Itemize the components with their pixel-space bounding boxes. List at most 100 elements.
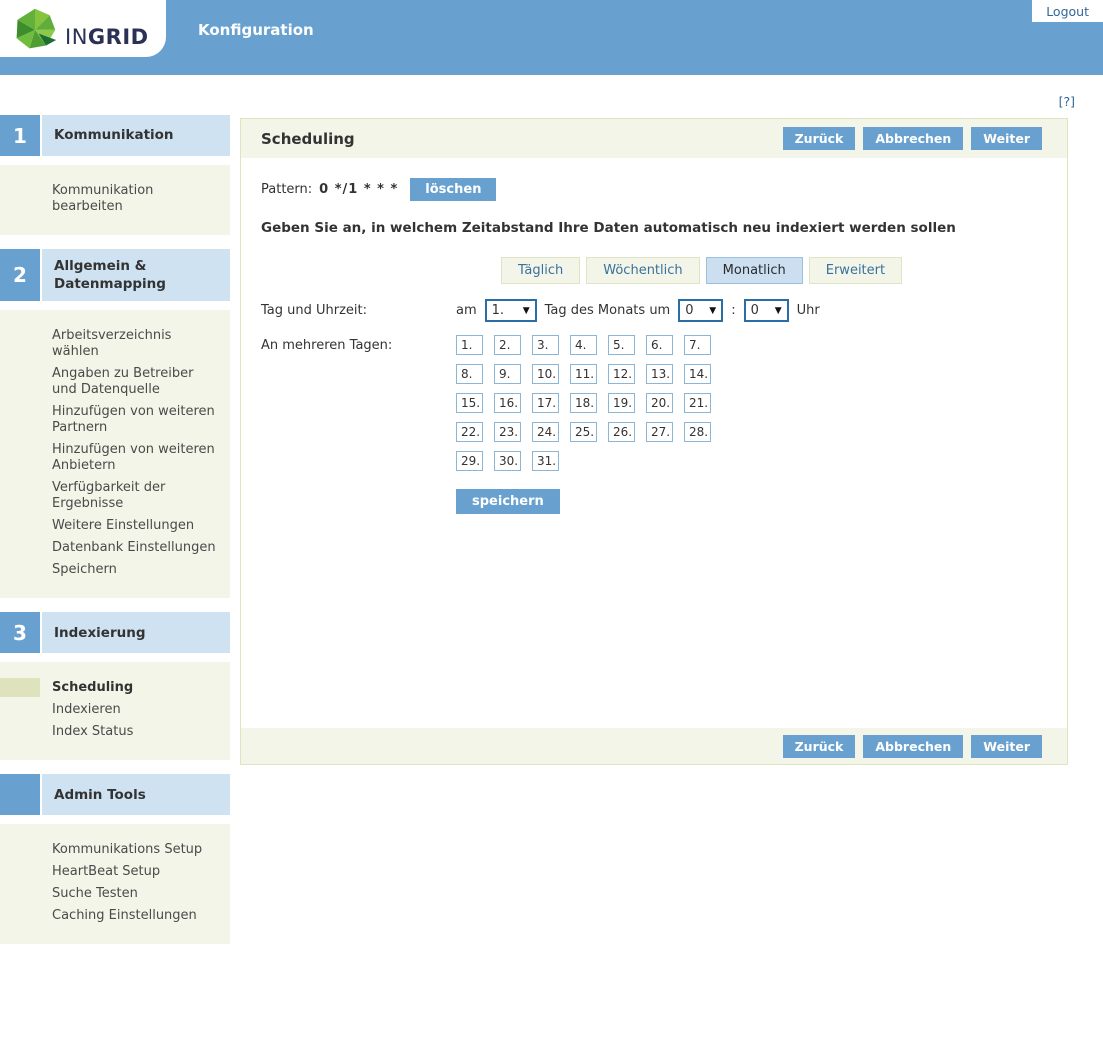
chevron-down-icon: ▼: [709, 306, 716, 316]
sidebar-item-kommunikations-setup[interactable]: Kommunikations Setup: [0, 839, 230, 861]
sidebar-item-verfuegbarkeit-der-ergebnisse[interactable]: Verfügbarkeit der Ergebnisse: [0, 477, 230, 515]
sidebar-item-hinzufuegen-von-weiteren-partnern[interactable]: Hinzufügen von weiteren Partnern: [0, 401, 230, 439]
day-button-1[interactable]: 1.: [456, 335, 483, 355]
sidebar-item-heartbeat-setup[interactable]: HeartBeat Setup: [0, 861, 230, 883]
panel-content: Pattern: 0 */1 * * * löschen Geben Sie a…: [241, 158, 1067, 728]
delete-pattern-button[interactable]: löschen: [410, 178, 496, 201]
day-button-12[interactable]: 12.: [608, 364, 635, 384]
page-title: Konfiguration: [198, 21, 314, 39]
days-grid: 1. 2. 3. 4. 5. 6. 7. 8. 9. 10. 11. 12. 13. 14. 15. 16. 1…: [456, 335, 711, 471]
day-button-9[interactable]: 9.: [494, 364, 521, 384]
sidebar-item-datenbank-einstellungen[interactable]: Datenbank Einstellungen: [0, 537, 230, 559]
day-button-31[interactable]: 31.: [532, 451, 559, 471]
sidebar-item-indexieren[interactable]: Indexieren: [0, 699, 230, 721]
weiter-button[interactable]: Weiter: [971, 127, 1042, 150]
sidebar-section-header-indexierung: 3Indexierung: [0, 612, 230, 653]
brand-in: IN: [65, 25, 88, 49]
day-button-6[interactable]: 6.: [646, 335, 673, 355]
section-number: 2: [0, 249, 40, 301]
minute-select-value: 0: [751, 303, 759, 318]
day-time-label: Tag und Uhrzeit:: [261, 299, 456, 318]
sidebar-item-index-status[interactable]: Index Status: [0, 721, 230, 743]
tab-woechentlich[interactable]: Wöchentlich: [586, 257, 699, 284]
abbrechen-button[interactable]: Abbrechen: [863, 127, 963, 150]
top-header-bar: INGRID Konfiguration Logout: [0, 0, 1103, 75]
am-text: am: [456, 303, 477, 318]
section-items: Kommunikations SetupHeartBeat SetupSuche…: [0, 824, 230, 944]
brand-wordmark: INGRID: [65, 25, 149, 49]
day-button-19[interactable]: 19.: [608, 393, 635, 413]
day-button-29[interactable]: 29.: [456, 451, 483, 471]
day-button-30[interactable]: 30.: [494, 451, 521, 471]
day-button-11[interactable]: 11.: [570, 364, 597, 384]
section-number: 3: [0, 612, 40, 653]
day-button-15[interactable]: 15.: [456, 393, 483, 413]
sidebar-item-weitere-einstellungen[interactable]: Weitere Einstellungen: [0, 515, 230, 537]
day-button-28[interactable]: 28.: [684, 422, 711, 442]
sidebar-item-hinzufuegen-von-weiteren-anbietern[interactable]: Hinzufügen von weiteren Anbietern: [0, 439, 230, 477]
multi-days-row: An mehreren Tagen: 1.2.3.4.5.6.7.8.9.10.…: [261, 335, 1047, 471]
day-button-17[interactable]: 17.: [532, 393, 559, 413]
logout-button[interactable]: Logout: [1032, 0, 1103, 22]
sidebar-item-speichern[interactable]: Speichern: [0, 559, 230, 581]
day-button-2[interactable]: 2.: [494, 335, 521, 355]
help-link[interactable]: [?]: [1059, 94, 1075, 109]
day-button-5[interactable]: 5.: [608, 335, 635, 355]
day-button-8[interactable]: 8.: [456, 364, 483, 384]
tab-monatlich[interactable]: Monatlich: [706, 257, 803, 284]
panel-header: Scheduling Zurück Abbrechen Weiter: [241, 119, 1067, 158]
day-button-20[interactable]: 20.: [646, 393, 673, 413]
day-button-21[interactable]: 21.: [684, 393, 711, 413]
tab-erweitert[interactable]: Erweitert: [809, 257, 902, 284]
section-title: Admin Tools: [42, 774, 230, 815]
day-button-24[interactable]: 24.: [532, 422, 559, 442]
panel-footer: Zurück Abbrechen Weiter: [241, 728, 1067, 764]
zurueck-button[interactable]: Zurück: [783, 735, 856, 758]
day-button-23[interactable]: 23.: [494, 422, 521, 442]
minute-select[interactable]: 0 ▼: [744, 299, 789, 322]
weiter-button[interactable]: Weiter: [971, 735, 1042, 758]
day-button-14[interactable]: 14.: [684, 364, 711, 384]
sidebar-section-header-kommunikation: 1Kommunikation: [0, 115, 230, 156]
panel-title: Scheduling: [261, 130, 783, 148]
day-button-3[interactable]: 3.: [532, 335, 559, 355]
hour-select[interactable]: 0 ▼: [678, 299, 723, 322]
month-day-select-value: 1.: [492, 303, 504, 318]
section-items: Kommunikation bearbeiten: [0, 165, 230, 235]
day-button-27[interactable]: 27.: [646, 422, 673, 442]
pattern-row: Pattern: 0 */1 * * * löschen: [261, 178, 1047, 201]
sidebar-item-angaben-zu-betreiber-und-datenquelle[interactable]: Angaben zu Betreiber und Datenquelle: [0, 363, 230, 401]
sidebar-item-arbeitsverzeichnis-waehlen[interactable]: Arbeitsverzeichnis wählen: [0, 325, 230, 363]
day-time-controls: am 1. ▼ Tag des Monats um 0 ▼ : 0 ▼ Uhr: [456, 299, 828, 322]
hour-select-value: 0: [685, 303, 693, 318]
sidebar-item-caching-einstellungen[interactable]: Caching Einstellungen: [0, 905, 230, 927]
zurueck-button[interactable]: Zurück: [783, 127, 856, 150]
day-button-18[interactable]: 18.: [570, 393, 597, 413]
section-items: SchedulingIndexierenIndex Status: [0, 662, 230, 760]
day-button-22[interactable]: 22.: [456, 422, 483, 442]
between-text: Tag des Monats um: [545, 303, 671, 318]
day-button-13[interactable]: 13.: [646, 364, 673, 384]
save-row: speichern: [456, 489, 1047, 514]
day-button-4[interactable]: 4.: [570, 335, 597, 355]
day-button-25[interactable]: 25.: [570, 422, 597, 442]
ingrid-logo[interactable]: INGRID: [0, 0, 166, 57]
abbrechen-button[interactable]: Abbrechen: [863, 735, 963, 758]
day-button-16[interactable]: 16.: [494, 393, 521, 413]
sidebar-item-kommunikation-bearbeiten[interactable]: Kommunikation bearbeiten: [0, 180, 230, 218]
day-button-10[interactable]: 10.: [532, 364, 559, 384]
save-button[interactable]: speichern: [456, 489, 560, 514]
section-title: Kommunikation: [42, 115, 230, 156]
day-button-26[interactable]: 26.: [608, 422, 635, 442]
section-number: 1: [0, 115, 40, 156]
sidebar-item-scheduling[interactable]: Scheduling: [0, 677, 230, 699]
chevron-down-icon: ▼: [523, 306, 530, 316]
day-button-7[interactable]: 7.: [684, 335, 711, 355]
section-title: Allgemein & Datenmapping: [42, 249, 230, 301]
uhr-text: Uhr: [797, 303, 820, 318]
sidebar-item-suche-testen[interactable]: Suche Testen: [0, 883, 230, 905]
tab-taeglich[interactable]: Täglich: [501, 257, 580, 284]
month-day-select[interactable]: 1. ▼: [485, 299, 537, 322]
instruction-text: Geben Sie an, in welchem Zeitabstand Ihr…: [261, 220, 1047, 236]
section-items: Arbeitsverzeichnis wählenAngaben zu Betr…: [0, 310, 230, 598]
